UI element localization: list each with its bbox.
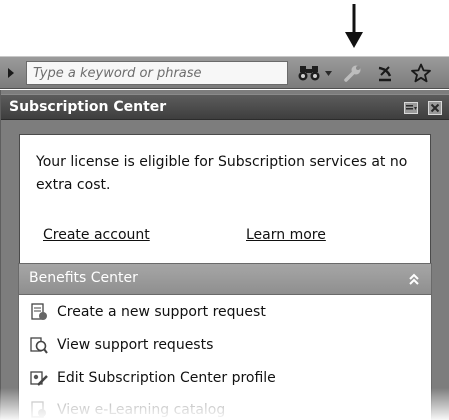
list-item-view-support-requests[interactable]: View support requests: [19, 330, 431, 360]
infocenter-toolbar: [0, 56, 449, 89]
panel-title: Subscription Center: [9, 99, 167, 115]
create-account-link[interactable]: Create account: [43, 227, 150, 243]
expand-arrow-icon[interactable]: [4, 63, 18, 83]
close-icon[interactable]: [427, 100, 443, 116]
callout-arrow-icon: [345, 4, 363, 48]
search-input[interactable]: [27, 62, 287, 84]
wrench-icon[interactable]: [340, 61, 366, 85]
benefits-list: Create a new support request View suppor…: [18, 295, 432, 420]
list-item-elearning-catalog[interactable]: View e-Learning catalog: [19, 395, 431, 420]
panel-options-icon[interactable]: [403, 100, 419, 116]
benefit-label: Create a new support request: [57, 304, 266, 320]
screenshot-stage: Subscription Center Your license is elig…: [0, 0, 449, 420]
benefit-label: View support requests: [57, 337, 214, 353]
edit-profile-icon: [29, 368, 49, 388]
binoculars-icon[interactable]: [296, 61, 322, 85]
view-requests-icon: [29, 335, 49, 355]
satellite-dish-icon[interactable]: [372, 61, 398, 85]
search-dropdown-icon[interactable]: [323, 61, 333, 85]
support-request-icon: [29, 302, 49, 322]
benefit-label: Edit Subscription Center profile: [57, 370, 276, 386]
benefit-label: View e-Learning catalog: [57, 402, 226, 418]
list-item-edit-profile[interactable]: Edit Subscription Center profile: [19, 363, 431, 393]
benefits-center-header[interactable]: Benefits Center: [18, 263, 432, 295]
star-icon[interactable]: [408, 61, 434, 85]
search-box[interactable]: [26, 61, 288, 85]
collapse-chevron-icon[interactable]: [407, 272, 421, 286]
benefits-center-title: Benefits Center: [29, 270, 138, 286]
panel-titlebar: Subscription Center: [1, 94, 449, 120]
learn-more-link[interactable]: Learn more: [246, 227, 326, 243]
elearning-icon: [29, 400, 49, 420]
license-message: Your license is eligible for Subscriptio…: [36, 154, 408, 193]
list-item-create-support-request[interactable]: Create a new support request: [19, 297, 431, 327]
